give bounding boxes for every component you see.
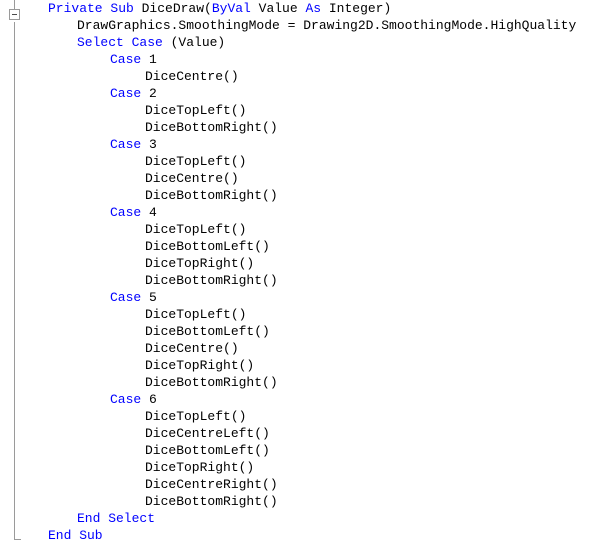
code-editor: Private Sub DiceDraw(ByVal Value As Inte…: [0, 0, 595, 552]
fold-toggle-minus-icon[interactable]: [9, 9, 20, 20]
code-line: DiceTopLeft(): [30, 306, 595, 323]
code-line: DiceCentreLeft(): [30, 425, 595, 442]
code-text: DiceBottomRight(): [145, 494, 278, 509]
code-line: DiceCentre(): [30, 170, 595, 187]
code-text: DiceTopRight(): [145, 256, 255, 271]
code-line: Case 4: [30, 204, 595, 221]
code-text: DiceBottomRight(): [145, 273, 278, 288]
code-line: DiceBottomRight(): [30, 272, 595, 289]
code-text: 3: [149, 137, 157, 152]
code-folding-gutter: [0, 0, 30, 552]
code-line: DiceBottomLeft(): [30, 238, 595, 255]
code-text: DiceBottomRight(): [145, 375, 278, 390]
code-keyword: Case: [110, 290, 150, 305]
minus-glyph: [12, 14, 17, 15]
code-line: DiceTopRight(): [30, 357, 595, 374]
code-line: DiceTopRight(): [30, 459, 595, 476]
code-text: DiceCentreLeft(): [145, 426, 270, 441]
code-text: DiceTopLeft(): [145, 154, 247, 169]
code-text-area[interactable]: Private Sub DiceDraw(ByVal Value As Inte…: [30, 0, 595, 552]
code-line: DiceBottomLeft(): [30, 442, 595, 459]
code-text: DiceCentreRight(): [145, 477, 278, 492]
code-line: DiceTopLeft(): [30, 153, 595, 170]
code-line: Case 1: [30, 51, 595, 68]
code-text: 2: [149, 86, 157, 101]
code-line: Select Case (Value): [30, 34, 595, 51]
fold-guide-end-tick: [14, 539, 21, 540]
code-line: DiceCentreRight(): [30, 476, 595, 493]
fold-guide-line-top: [14, 0, 15, 9]
code-text: DiceTopLeft(): [145, 409, 247, 424]
code-line: DiceTopLeft(): [30, 408, 595, 425]
code-text: 6: [149, 392, 157, 407]
code-text: DiceBottomRight(): [145, 188, 278, 203]
code-line: DiceBottomRight(): [30, 374, 595, 391]
code-text: Value: [258, 1, 306, 16]
code-text: DiceCentre(): [145, 69, 239, 84]
code-text: DrawGraphics.SmoothingMode = Drawing2D.S…: [77, 18, 577, 33]
code-line: DiceBottomLeft(): [30, 323, 595, 340]
fold-guide-line-body: [14, 22, 15, 540]
code-keyword: Case: [110, 205, 150, 220]
code-line: DiceTopLeft(): [30, 102, 595, 119]
code-line: End Select: [30, 510, 595, 527]
code-keyword: Select Case: [77, 35, 171, 50]
code-line: DrawGraphics.SmoothingMode = Drawing2D.S…: [30, 17, 595, 34]
code-text: DiceBottomRight(): [145, 120, 278, 135]
code-line: DiceBottomRight(): [30, 493, 595, 510]
code-text: 1: [149, 52, 157, 67]
code-text: DiceBottomLeft(): [145, 443, 270, 458]
code-line: DiceBottomRight(): [30, 119, 595, 136]
code-keyword: Private Sub: [48, 1, 142, 16]
code-line: Case 5: [30, 289, 595, 306]
code-text: DiceCentre(): [145, 341, 239, 356]
code-keyword: End Select: [77, 511, 156, 526]
code-text: DiceTopLeft(): [145, 103, 247, 118]
code-text: 4: [149, 205, 157, 220]
code-text: DiceTopRight(): [145, 358, 255, 373]
code-line: End Sub: [30, 527, 595, 544]
code-text: DiceTopLeft(): [145, 307, 247, 322]
code-line: DiceCentre(): [30, 68, 595, 85]
code-line: Case 3: [30, 136, 595, 153]
code-keyword: ByVal: [211, 1, 259, 16]
code-line: Private Sub DiceDraw(ByVal Value As Inte…: [30, 0, 595, 17]
code-keyword: Case: [110, 392, 150, 407]
code-keyword: End Sub: [48, 528, 103, 543]
code-text: DiceCentre(): [145, 171, 239, 186]
code-line: Case 2: [30, 85, 595, 102]
code-keyword: Case: [110, 137, 150, 152]
code-text: (Value): [170, 35, 226, 50]
code-text: DiceTopRight(): [145, 460, 255, 475]
code-keyword: Case: [110, 52, 150, 67]
code-line: DiceCentre(): [30, 340, 595, 357]
code-text: DiceDraw(: [141, 1, 212, 16]
code-text: DiceBottomLeft(): [145, 324, 270, 339]
code-line: DiceBottomRight(): [30, 187, 595, 204]
code-text: DiceTopLeft(): [145, 222, 247, 237]
code-line: DiceTopRight(): [30, 255, 595, 272]
code-keyword: As: [305, 1, 329, 16]
code-text: 5: [149, 290, 157, 305]
code-line: Case 6: [30, 391, 595, 408]
code-text: Integer): [328, 1, 392, 16]
code-text: DiceBottomLeft(): [145, 239, 270, 254]
code-keyword: Case: [110, 86, 150, 101]
code-line: DiceTopLeft(): [30, 221, 595, 238]
